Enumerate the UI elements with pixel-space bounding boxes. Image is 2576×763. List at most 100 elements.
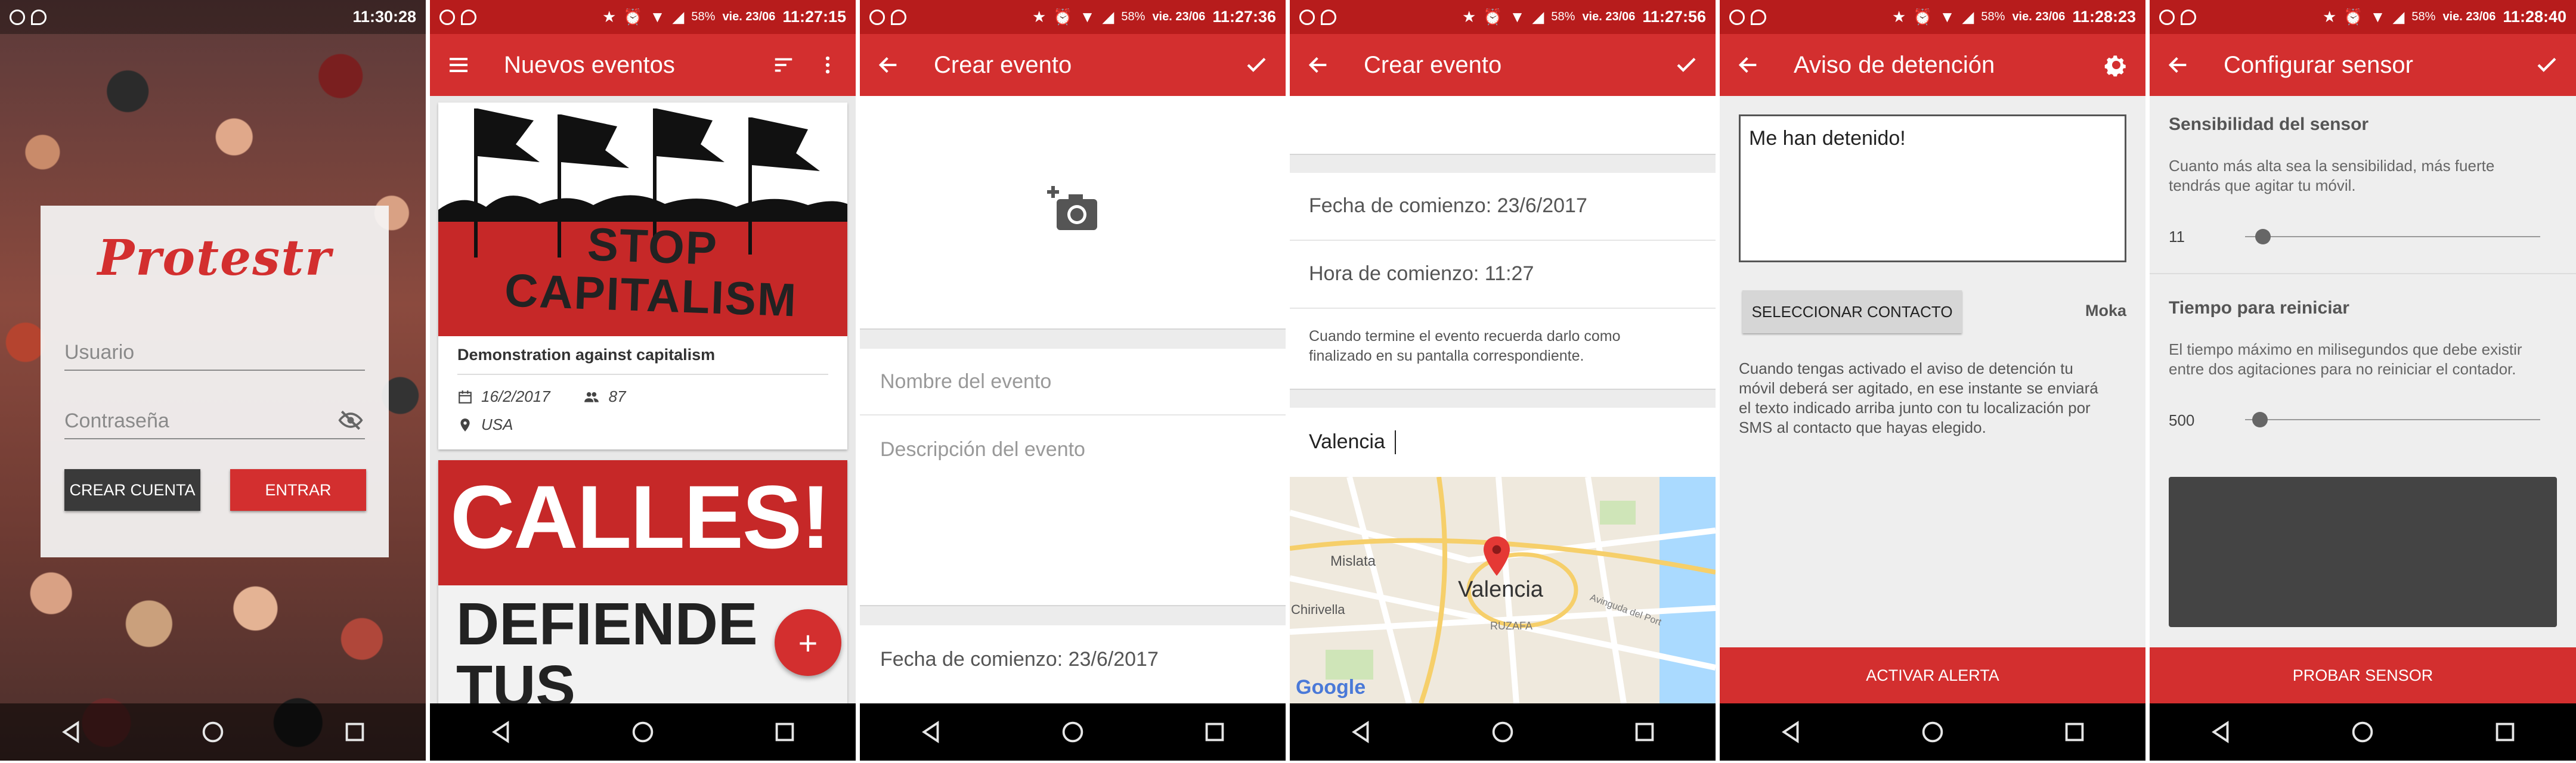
enter-button[interactable]: ENTRAR [230, 469, 366, 511]
text-cursor [1395, 430, 1396, 454]
login-screen: 11:30:28 Protestr Usuario Contraseña CRE… [0, 0, 426, 761]
menu-icon[interactable] [447, 53, 470, 77]
password-placeholder: Contraseña [64, 410, 169, 432]
event-date-row: 16/2/2017 87 [457, 387, 626, 406]
app-bar: Configurar sensor [2150, 34, 2576, 96]
location-map[interactable]: Mislata Chirivella RUZAFA Avinguda del P… [1290, 477, 1716, 703]
system-nav-bar [2150, 703, 2576, 761]
divider [457, 374, 828, 375]
confirm-check-icon[interactable] [2534, 52, 2559, 77]
recents-nav-icon[interactable] [341, 718, 369, 746]
recents-nav-icon[interactable] [2491, 718, 2519, 746]
wifi-icon: ▼ [1939, 8, 1955, 26]
password-field[interactable]: Contraseña [64, 402, 365, 439]
reset-slider[interactable] [2245, 412, 2540, 427]
recents-nav-icon[interactable] [1201, 718, 1228, 746]
home-nav-icon[interactable] [1919, 718, 1946, 746]
back-nav-icon[interactable] [917, 718, 945, 746]
alarm-icon: ⏰ [1483, 8, 1503, 26]
slider-thumb[interactable] [2255, 229, 2271, 244]
start-date-row[interactable]: Fecha de comienzo: 23/6/2017 [1290, 172, 1716, 241]
home-nav-icon[interactable] [199, 718, 227, 746]
status-bar: ★ ⏰ ▼ ◢ 58% vie. 23/06 11:28:23 [1720, 0, 2145, 34]
overflow-menu-icon[interactable] [816, 54, 839, 76]
wifi-icon: ▼ [1509, 8, 1525, 26]
page-title: Crear evento [1364, 51, 1502, 78]
status-bar: ★ ⏰ ▼ ◢ 58% vie. 23/06 11:27:56 [1290, 0, 1716, 34]
status-bar: 11:30:28 [0, 0, 426, 34]
back-arrow-icon[interactable] [877, 53, 900, 77]
alarm-icon: ⏰ [1913, 8, 1933, 26]
confirm-check-icon[interactable] [1674, 52, 1699, 77]
back-nav-icon[interactable] [57, 718, 85, 746]
alarm-icon: ⏰ [2343, 8, 2363, 26]
event-name-input[interactable]: Nombre del evento [860, 348, 1286, 415]
confirm-check-icon[interactable] [1244, 52, 1269, 77]
alert-message-input[interactable]: Me han detenido! [1739, 114, 2126, 262]
status-bar: ★ ⏰ ▼ ◢ 58% vie. 23/06 11:27:15 [430, 0, 856, 34]
back-nav-icon[interactable] [487, 718, 515, 746]
battery-level: 58% [1121, 10, 1145, 23]
signal-icon: ◢ [1532, 8, 1544, 26]
notification-icon [10, 9, 25, 25]
map-marker-icon [1484, 536, 1510, 576]
event-description-input[interactable]: Descripción del evento [860, 414, 1286, 605]
location-input[interactable]: Valencia [1290, 407, 1716, 477]
home-nav-icon[interactable] [1489, 718, 1516, 746]
date: vie. 23/06 [1582, 10, 1636, 23]
location-icon [2181, 9, 2196, 25]
page-title: Crear evento [934, 51, 1072, 78]
app-bar: Crear evento [860, 34, 1286, 96]
activate-alert-button[interactable]: ACTIVAR ALERTA [1720, 647, 2145, 703]
status-bar: ★ ⏰ ▼ ◢ 58% vie. 23/06 11:28:40 [2150, 0, 2576, 34]
sensitivity-title: Sensibilidad del sensor [2169, 114, 2369, 134]
home-nav-icon[interactable] [2349, 718, 2376, 746]
event-photo-picker[interactable] [860, 96, 1286, 328]
back-arrow-icon[interactable] [1306, 53, 1330, 77]
test-sensor-button[interactable]: PROBAR SENSOR [2150, 647, 2576, 703]
wifi-icon: ▼ [1079, 8, 1095, 26]
add-event-fab[interactable]: + [775, 609, 841, 676]
event-location: USA [481, 415, 513, 433]
add-photo-icon[interactable] [1045, 182, 1102, 240]
start-date-row[interactable]: Fecha de comienzo: 23/6/2017 [860, 624, 1286, 703]
date: vie. 23/06 [1152, 10, 1206, 23]
select-contact-button[interactable]: SELECCIONAR CONTACTO [1742, 290, 1962, 333]
create-account-button[interactable]: CREAR CUENTA [64, 469, 200, 511]
alarm-icon: ⏰ [1053, 8, 1073, 26]
home-nav-icon[interactable] [1059, 718, 1086, 746]
clock: 11:27:36 [1212, 8, 1276, 26]
username-field[interactable]: Usuario [64, 334, 365, 371]
alarm-icon: ⏰ [623, 8, 643, 26]
wifi-icon: ▼ [2370, 8, 2386, 26]
calendar-icon [457, 389, 473, 405]
signal-icon: ◢ [1102, 8, 1114, 26]
recents-nav-icon[interactable] [1631, 718, 1658, 746]
back-nav-icon[interactable] [1347, 718, 1374, 746]
place-icon [457, 417, 473, 433]
reset-description: El tiempo máximo en milisegundos que deb… [2169, 340, 2522, 378]
signal-icon: ◢ [1962, 8, 1974, 26]
back-arrow-icon[interactable] [1736, 53, 1760, 77]
sort-icon[interactable] [772, 54, 795, 76]
back-nav-icon[interactable] [1777, 718, 1804, 746]
start-time-row[interactable]: Hora de comienzo: 11:27 [1290, 240, 1716, 309]
alert-description: Cuando tengas activado el aviso de deten… [1739, 359, 2098, 436]
battery-level: 58% [1981, 10, 2005, 23]
back-nav-icon[interactable] [2207, 718, 2234, 746]
back-arrow-icon[interactable] [2166, 53, 2190, 77]
event-name-placeholder: Nombre del evento [880, 370, 1052, 393]
gear-icon[interactable] [2104, 52, 2129, 77]
visibility-off-icon[interactable] [336, 407, 365, 433]
sensitivity-slider[interactable] [2245, 229, 2540, 244]
slider-thumb[interactable] [2252, 412, 2268, 427]
location-icon [1321, 9, 1336, 25]
app-bar: Nuevos eventos [430, 34, 856, 96]
recents-nav-icon[interactable] [771, 718, 798, 746]
date: vie. 23/06 [2442, 10, 2496, 23]
event-banner-text: STOP CAPITALISM [503, 218, 798, 327]
recents-nav-icon[interactable] [2061, 718, 2088, 746]
event-card[interactable]: STOP CAPITALISM Demonstration against ca… [438, 103, 847, 449]
home-nav-icon[interactable] [629, 718, 657, 746]
page-title: Nuevos eventos [504, 51, 675, 78]
